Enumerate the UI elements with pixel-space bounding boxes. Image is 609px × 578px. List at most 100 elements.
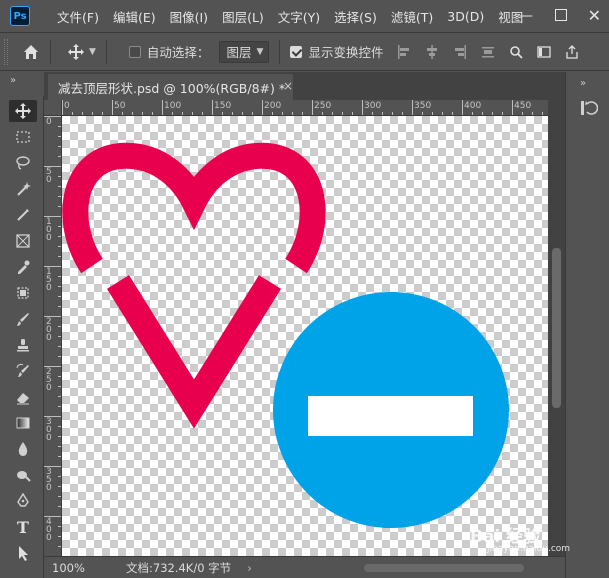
right-panel-dock: » [565, 72, 609, 578]
menu-edit[interactable]: 编辑(E) [106, 7, 163, 26]
divider [279, 39, 281, 64]
magic-wand-tool[interactable] [12, 178, 34, 200]
ruler-label: 3 5 0 [46, 467, 52, 493]
dropdown-value: 图层 [226, 45, 252, 60]
tools-panel: T [0, 96, 44, 578]
close-window-button[interactable]: ✕ [588, 6, 601, 25]
type-tool[interactable]: T [12, 516, 34, 538]
menu-bar: Ps 文件(F) 编辑(E) 图像(I) 图层(L) 文字(Y) 选择(S) 滤… [0, 0, 609, 33]
history-brush-icon [16, 363, 29, 377]
pen-tool[interactable] [12, 490, 34, 512]
distribute-icon[interactable] [481, 44, 495, 60]
history-brush-tool[interactable] [12, 360, 34, 382]
close-tab-icon[interactable]: × [283, 79, 293, 93]
ruler-label: 0 [46, 117, 52, 127]
ruler-label: 4 0 0 [46, 517, 52, 543]
move-icon [15, 103, 31, 119]
eyedropper-tool[interactable] [12, 256, 34, 278]
vertical-scrollbar[interactable] [548, 100, 565, 556]
ruler-label: 50 [114, 101, 126, 111]
path-selection-tool[interactable] [12, 542, 34, 564]
frame-tool[interactable] [12, 230, 34, 252]
divider [50, 39, 51, 64]
share-icon[interactable] [565, 44, 579, 60]
clone-stamp-tool[interactable] [12, 334, 34, 356]
healing-tool[interactable] [12, 282, 34, 304]
watermark-url: jingyan.baidu.com [487, 544, 571, 554]
artwork [62, 142, 509, 528]
auto-select-checkbox[interactable] [128, 45, 141, 58]
ruler-label: 100 [164, 101, 182, 111]
pen-icon [17, 493, 29, 507]
eraser-tool[interactable] [12, 386, 34, 408]
lasso-icon [16, 156, 30, 170]
minimize-button[interactable]: — [519, 8, 533, 24]
move-tool[interactable] [9, 100, 37, 122]
crop-tool[interactable] [12, 204, 34, 226]
marquee-icon [16, 131, 30, 143]
ruler-label: 200 [264, 101, 282, 111]
heart-shape-top[interactable] [62, 142, 326, 274]
dodge-icon [17, 471, 31, 482]
gradient-tool[interactable] [12, 412, 34, 434]
options-grip[interactable] [4, 38, 8, 65]
align-left-icon[interactable] [397, 44, 411, 60]
document-tabs: 减去顶层形状.psd @ 100%(RGB/8#) * × [44, 72, 565, 100]
menu-type[interactable]: 文字(Y) [271, 7, 327, 26]
chevron-right-icon[interactable]: › [247, 561, 252, 575]
dodge-tool[interactable] [12, 464, 34, 486]
ruler-label: 400 [464, 101, 482, 111]
marquee-tool[interactable] [12, 126, 34, 148]
toolbar-collapse[interactable]: » [0, 72, 44, 96]
eraser-icon [17, 393, 29, 405]
document-tab-title: 减去顶层形状.psd @ 100%(RGB/8#) * [58, 80, 286, 96]
move-tool-icon[interactable] [67, 43, 85, 61]
document-tab[interactable]: 减去顶层形状.psd @ 100%(RGB/8#) * × [48, 74, 293, 100]
history-panel-icon[interactable] [578, 98, 598, 118]
chevron-down-icon[interactable]: ▼ [89, 47, 96, 57]
canvas-area[interactable] [62, 116, 548, 556]
magic-wand-icon [17, 182, 31, 196]
ruler-label: 1 0 0 [46, 217, 52, 243]
vertical-ruler[interactable]: 0 5 0 1 0 0 1 5 0 2 0 0 2 5 0 3 0 0 3 5 … [44, 116, 62, 556]
blur-tool[interactable] [12, 438, 34, 460]
type-icon: T [17, 517, 29, 537]
home-icon[interactable] [22, 43, 40, 61]
ruler-label: 300 [364, 101, 382, 111]
chevron-down-icon: ▼ [256, 46, 264, 57]
ruler-label: 3 0 0 [46, 417, 52, 443]
maximize-button[interactable] [555, 9, 567, 21]
menu-select[interactable]: 选择(S) [327, 7, 384, 26]
panel-expand[interactable]: » [580, 78, 586, 89]
brush-tool[interactable] [12, 308, 34, 330]
menu-layer[interactable]: 图层(L) [215, 7, 271, 26]
document-info[interactable]: 文档:732.4K/0 字节 [126, 560, 231, 576]
horizontal-ruler[interactable]: 0 50 100 150 200 250 300 350 400 450 [62, 100, 548, 116]
minus-bar-shape[interactable] [308, 396, 473, 436]
drop-icon [18, 442, 28, 456]
horizontal-scrollbar[interactable] [334, 561, 556, 575]
heart-shape-bottom[interactable] [106, 275, 282, 429]
eyedropper-icon [18, 260, 30, 274]
auto-select-target-dropdown[interactable]: 图层 ▼ [219, 40, 270, 63]
show-transform-checkbox[interactable] [290, 45, 303, 58]
vertical-scrollbar-thumb[interactable] [552, 248, 561, 408]
ruler-origin[interactable] [44, 100, 62, 116]
workspace-icon[interactable] [537, 44, 552, 60]
align-center-icon[interactable] [425, 44, 439, 60]
menu-image[interactable]: 图像(I) [163, 7, 215, 26]
ruler-label: 2 5 0 [46, 367, 52, 393]
align-right-icon[interactable] [453, 44, 467, 60]
horizontal-scrollbar-thumb[interactable] [364, 564, 524, 572]
ruler-label: 250 [314, 101, 332, 111]
search-icon[interactable] [509, 44, 524, 60]
menu-file[interactable]: 文件(F) [50, 7, 106, 26]
zoom-level[interactable]: 100% [52, 561, 102, 575]
menu-3d[interactable]: 3D(D) [440, 9, 491, 24]
patch-icon [17, 287, 29, 299]
menu-filter[interactable]: 滤镜(T) [384, 7, 440, 26]
divider [105, 39, 107, 64]
lasso-tool[interactable] [12, 152, 34, 174]
ruler-label: 5 0 [46, 167, 52, 185]
status-bar: 100% 文档:732.4K/0 字节 › [44, 556, 565, 578]
